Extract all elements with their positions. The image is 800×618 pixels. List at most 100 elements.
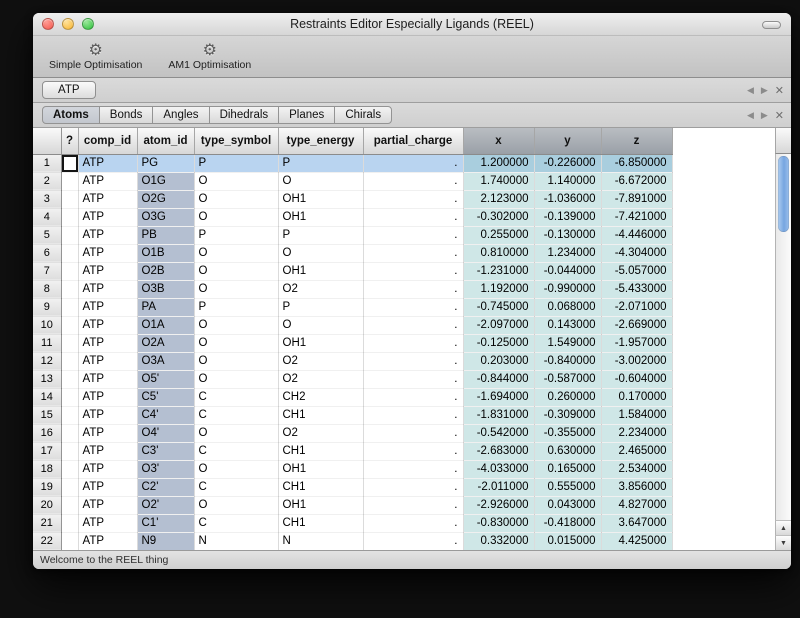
cell-type_symbol[interactable]: O: [194, 190, 278, 208]
cell-type_symbol[interactable]: O: [194, 208, 278, 226]
cell-y[interactable]: -0.418000: [534, 514, 601, 532]
cell-partial_charge[interactable]: .: [363, 280, 463, 298]
cell-type_symbol[interactable]: C: [194, 442, 278, 460]
cell-x[interactable]: -0.745000: [463, 298, 534, 316]
cell-atom_id[interactable]: O3G: [137, 208, 194, 226]
cell-comp_id[interactable]: ATP: [78, 532, 137, 550]
tab-scroll-right-icon[interactable]: ▶: [761, 85, 768, 96]
cell-select[interactable]: [61, 514, 78, 532]
cell-atom_id[interactable]: PG: [137, 154, 194, 172]
tab-planes[interactable]: Planes: [278, 106, 335, 124]
cell-type_symbol[interactable]: P: [194, 226, 278, 244]
cell-row_number[interactable]: 17: [33, 442, 61, 460]
scrollbar-track[interactable]: [775, 154, 791, 520]
cell-z[interactable]: 2.534000: [601, 460, 672, 478]
titlebar[interactable]: Restraints Editor Especially Ligands (RE…: [33, 13, 791, 36]
cell-comp_id[interactable]: ATP: [78, 334, 137, 352]
simple-optimisation-button[interactable]: ⚙ Simple Optimisation: [41, 41, 150, 72]
cell-comp_id[interactable]: ATP: [78, 406, 137, 424]
cell-row_number[interactable]: 13: [33, 370, 61, 388]
cell-type_energy[interactable]: CH1: [278, 514, 363, 532]
tab-scroll-left-icon[interactable]: ◀: [747, 85, 754, 96]
cell-comp_id[interactable]: ATP: [78, 370, 137, 388]
cell-atom_id[interactable]: O2G: [137, 190, 194, 208]
cell-select[interactable]: [61, 460, 78, 478]
cell-z[interactable]: 4.827000: [601, 496, 672, 514]
col-header-partial-charge[interactable]: partial_charge: [363, 128, 463, 154]
cell-type_energy[interactable]: CH1: [278, 442, 363, 460]
cell-partial_charge[interactable]: .: [363, 334, 463, 352]
col-header-type-energy[interactable]: type_energy: [278, 128, 363, 154]
cell-partial_charge[interactable]: .: [363, 244, 463, 262]
cell-select[interactable]: [61, 226, 78, 244]
cell-x[interactable]: -0.844000: [463, 370, 534, 388]
cell-type_energy[interactable]: O2: [278, 352, 363, 370]
cell-comp_id[interactable]: ATP: [78, 352, 137, 370]
cell-type_energy[interactable]: OH1: [278, 460, 363, 478]
col-header-y[interactable]: y: [534, 128, 601, 154]
cell-x[interactable]: -0.302000: [463, 208, 534, 226]
cell-comp_id[interactable]: ATP: [78, 442, 137, 460]
cell-select[interactable]: [61, 190, 78, 208]
cell-row_number[interactable]: 22: [33, 532, 61, 550]
cell-y[interactable]: 1.140000: [534, 172, 601, 190]
cell-type_symbol[interactable]: O: [194, 370, 278, 388]
cell-atom_id[interactable]: O1A: [137, 316, 194, 334]
col-header-x[interactable]: x: [463, 128, 534, 154]
cell-type_symbol[interactable]: O: [194, 460, 278, 478]
cell-comp_id[interactable]: ATP: [78, 388, 137, 406]
cell-select[interactable]: [61, 424, 78, 442]
cell-partial_charge[interactable]: .: [363, 298, 463, 316]
cell-type_symbol[interactable]: N: [194, 532, 278, 550]
cell-y[interactable]: -1.036000: [534, 190, 601, 208]
cell-row_number[interactable]: 20: [33, 496, 61, 514]
cell-atom_id[interactable]: O2A: [137, 334, 194, 352]
cell-comp_id[interactable]: ATP: [78, 496, 137, 514]
cell-row_number[interactable]: 4: [33, 208, 61, 226]
am1-optimisation-button[interactable]: ⚙ AM1 Optimisation: [160, 41, 259, 72]
cell-y[interactable]: -0.226000: [534, 154, 601, 172]
tab-bonds[interactable]: Bonds: [99, 106, 154, 124]
cell-type_energy[interactable]: O2: [278, 424, 363, 442]
cell-type_energy[interactable]: OH1: [278, 190, 363, 208]
cell-z[interactable]: -6.672000: [601, 172, 672, 190]
cell-partial_charge[interactable]: .: [363, 316, 463, 334]
cell-type_symbol[interactable]: O: [194, 334, 278, 352]
tab-scroll-right-icon[interactable]: ▶: [761, 110, 768, 121]
cell-z[interactable]: -5.057000: [601, 262, 672, 280]
cell-type_energy[interactable]: O2: [278, 280, 363, 298]
cell-partial_charge[interactable]: .: [363, 424, 463, 442]
cell-x[interactable]: -1.231000: [463, 262, 534, 280]
cell-atom_id[interactable]: O3A: [137, 352, 194, 370]
cell-x[interactable]: 0.203000: [463, 352, 534, 370]
cell-type_symbol[interactable]: C: [194, 514, 278, 532]
cell-select[interactable]: [61, 496, 78, 514]
cell-partial_charge[interactable]: .: [363, 172, 463, 190]
tab-close-icon[interactable]: ✕: [775, 84, 784, 97]
cell-x[interactable]: 0.810000: [463, 244, 534, 262]
zoom-window-button[interactable]: [82, 18, 94, 30]
cell-partial_charge[interactable]: .: [363, 514, 463, 532]
cell-comp_id[interactable]: ATP: [78, 316, 137, 334]
cell-x[interactable]: 0.332000: [463, 532, 534, 550]
cell-comp_id[interactable]: ATP: [78, 424, 137, 442]
col-header-atom-id[interactable]: atom_id: [137, 128, 194, 154]
cell-z[interactable]: -2.071000: [601, 298, 672, 316]
col-header-comp-id[interactable]: comp_id: [78, 128, 137, 154]
cell-atom_id[interactable]: O2B: [137, 262, 194, 280]
cell-x[interactable]: 1.192000: [463, 280, 534, 298]
cell-partial_charge[interactable]: .: [363, 532, 463, 550]
cell-z[interactable]: -6.850000: [601, 154, 672, 172]
cell-x[interactable]: -1.831000: [463, 406, 534, 424]
cell-atom_id[interactable]: O3': [137, 460, 194, 478]
cell-x[interactable]: -2.926000: [463, 496, 534, 514]
cell-type_energy[interactable]: OH1: [278, 496, 363, 514]
cell-atom_id[interactable]: C1': [137, 514, 194, 532]
cell-row_number[interactable]: 18: [33, 460, 61, 478]
cell-row_number[interactable]: 10: [33, 316, 61, 334]
cell-type_symbol[interactable]: O: [194, 352, 278, 370]
cell-select[interactable]: [61, 154, 78, 172]
cell-z[interactable]: 2.234000: [601, 424, 672, 442]
cell-z[interactable]: 2.465000: [601, 442, 672, 460]
cell-type_energy[interactable]: P: [278, 298, 363, 316]
